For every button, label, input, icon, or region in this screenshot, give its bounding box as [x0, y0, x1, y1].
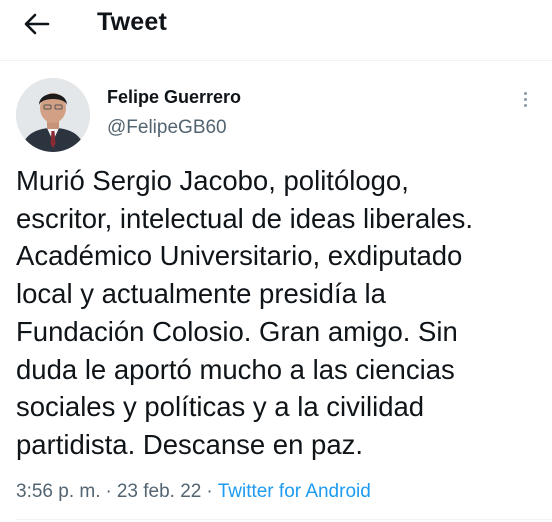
arrow-left-icon [24, 13, 50, 35]
more-vertical-icon [523, 97, 527, 101]
tweet-date[interactable]: 23 feb. 22 [117, 481, 202, 502]
meta-separator: · [105, 481, 112, 502]
meta-separator: · [206, 481, 213, 502]
author-handle[interactable]: @FelipeGB60 [107, 116, 227, 140]
top-bar: Tweet [0, 0, 552, 61]
more-options-button[interactable] [514, 86, 536, 112]
tweet-time[interactable]: 3:56 p. m. [16, 481, 101, 502]
avatar[interactable] [16, 78, 90, 152]
divider [16, 519, 552, 520]
more-vertical-icon [523, 91, 527, 95]
tweet-source-link[interactable]: Twitter for Android [218, 481, 371, 502]
tweet-meta: 3:56 p. m. · 23 feb. 22 · Twitter for Androi… [16, 480, 371, 504]
back-button[interactable] [14, 6, 60, 42]
more-vertical-icon [523, 103, 527, 107]
author-display-name[interactable]: Felipe Guerrero [107, 85, 241, 109]
tweet-text: Murió Sergio Jacobo, politólogo, escrito… [16, 165, 474, 460]
page-title: Tweet [97, 8, 167, 36]
